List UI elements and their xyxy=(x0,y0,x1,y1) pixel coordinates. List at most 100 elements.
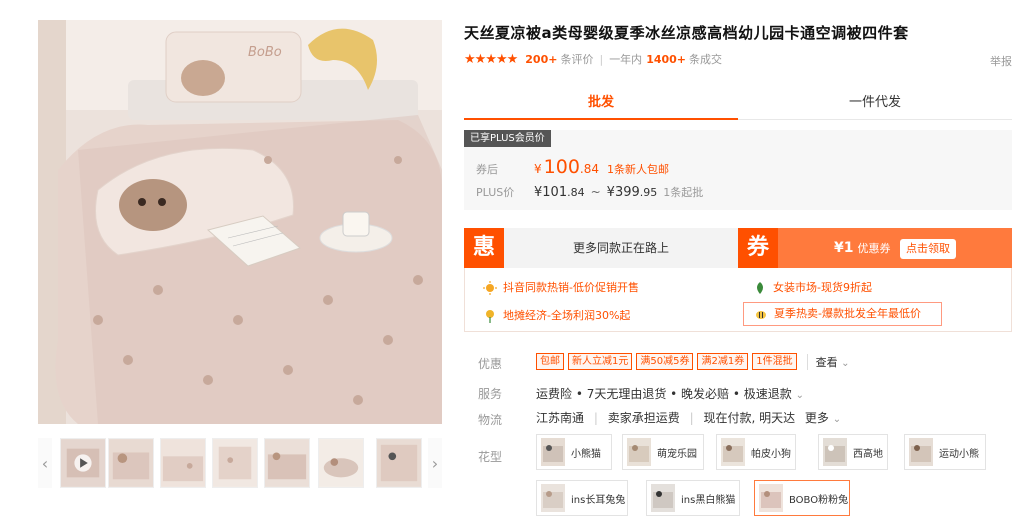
tab-dropship[interactable]: 一件代发 xyxy=(738,86,1012,120)
reviews-count[interactable]: 200+ xyxy=(525,53,557,66)
bee-icon xyxy=(756,311,766,319)
thumbnail-image[interactable] xyxy=(212,438,258,488)
plus-price-row: PLUS价 ¥ 101 .84 ~ ¥ 399 .95 1条起批 xyxy=(476,184,703,200)
sales-period: 一年内 xyxy=(609,53,643,66)
after-coupon-label: 券后 xyxy=(476,163,498,176)
activity-text: 女装市场-现货9折起 xyxy=(773,281,872,294)
purchase-mode-tabs: 批发 一件代发 xyxy=(464,86,1012,120)
activity-text: 地摊经济-全场利润30%起 xyxy=(503,309,631,322)
report-link[interactable]: 举报 xyxy=(990,53,1012,69)
coupon-value: ¥1 xyxy=(834,240,854,256)
more-label: 更多 xyxy=(804,411,829,425)
pattern-option-label: 萌宠乐园 xyxy=(657,448,697,460)
rating-stars-icon: ★★★★★ xyxy=(464,51,518,67)
coupon-price-int: 100 xyxy=(543,156,580,178)
price-low-int: 101 xyxy=(542,185,568,200)
price-high-dec: .95 xyxy=(639,186,658,199)
discount-tags: 包邮 新人立减1元 满50减5券 满2减1券 1件混批 查看 ⌄ xyxy=(536,353,849,370)
quan-icon: 券 xyxy=(738,228,778,268)
view-more-label: 查看 xyxy=(815,355,838,369)
promo-banner: 惠 更多同款正在路上 券 ¥1 优惠券 点击领取 xyxy=(464,228,1012,268)
tab-wholesale[interactable]: 批发 xyxy=(464,86,738,120)
divider: | xyxy=(599,52,604,66)
pattern-option[interactable]: 萌宠乐园 xyxy=(622,434,704,470)
plus-price-label: PLUS价 xyxy=(476,186,515,199)
activity-text: 夏季热卖-爆款批发全年最低价 xyxy=(774,307,921,320)
coupon-label: 优惠券 xyxy=(857,242,891,255)
chevron-down-icon: ⌄ xyxy=(832,414,842,425)
pattern-thumbnail xyxy=(909,438,933,466)
chevron-down-icon: ⌄ xyxy=(841,357,850,369)
currency-symbol: ¥ xyxy=(534,162,542,176)
activity-item[interactable]: 地摊经济-全场利润30%起 xyxy=(483,304,630,328)
price-low-dec: .84 xyxy=(567,186,585,199)
thumbnail-strip: ‹ › xyxy=(38,438,442,488)
pattern-option-selected[interactable]: BOBO粉粉兔 xyxy=(754,480,850,516)
new-user-note: 1条新人包邮 xyxy=(607,163,669,176)
pattern-option[interactable]: 小熊猫 xyxy=(536,434,612,470)
chevron-left-icon[interactable]: ‹ xyxy=(38,438,52,488)
pattern-option-label: 西高地 xyxy=(853,448,883,460)
pattern-option-label: 帕皮小狗 xyxy=(751,448,791,460)
sales-count: 1400+ xyxy=(646,52,687,66)
pattern-thumbnail xyxy=(721,438,745,466)
product-title: 天丝夏凉被a类母婴级夏季冰丝凉感高档幼儿园卡通空调被四件套 xyxy=(464,24,909,42)
discount-tag[interactable]: 满2减1券 xyxy=(697,353,749,370)
delivery-eta: 现在付款, 明天达 xyxy=(703,411,796,425)
service-text: 运费险 • 7天无理由退货 • 晚发必赔 • 极速退款 xyxy=(536,387,792,401)
activity-box: 抖音同款热销-低价促销开售 女装市场-现货9折起 地摊经济-全场利润30%起 夏… xyxy=(464,268,1012,332)
thumbnail-video[interactable] xyxy=(60,438,106,488)
divider: | xyxy=(689,411,694,425)
pattern-option[interactable]: ins长耳兔兔 xyxy=(536,480,628,516)
range-tilde: ~ xyxy=(590,185,601,199)
main-product-image[interactable]: BoBo xyxy=(38,20,442,424)
chevron-right-icon[interactable]: › xyxy=(428,438,442,488)
pattern-thumbnail xyxy=(759,484,783,512)
divider: | xyxy=(593,411,598,425)
pattern-option[interactable]: ins黑白熊猫 xyxy=(646,480,740,516)
price-box: 已享PLUS会员价 券后 ¥ 100 .84 1条新人包邮 PLUS价 ¥ 10… xyxy=(464,130,1012,210)
shipping-origin: 江苏南通 xyxy=(536,411,585,425)
sun-icon xyxy=(483,281,497,295)
thumbnail-image[interactable] xyxy=(108,438,154,488)
discount-tag[interactable]: 满50减5券 xyxy=(636,353,694,370)
pattern-thumbnail xyxy=(651,484,675,512)
flower-icon xyxy=(486,310,494,323)
reviews-label: 条评价 xyxy=(560,53,594,66)
thumbnail-image[interactable] xyxy=(160,438,206,488)
view-discounts-button[interactable]: 查看 ⌄ xyxy=(806,353,850,370)
discount-tag[interactable]: 1件混批 xyxy=(752,353,797,370)
service-row[interactable]: 运费险 • 7天无理由退货 • 晚发必赔 • 极速退款 ⌄ xyxy=(536,385,804,402)
logistics-more-button[interactable]: 更多 ⌄ xyxy=(805,411,841,425)
pattern-option-label: BOBO粉粉兔 xyxy=(789,494,849,506)
pattern-thumbnail xyxy=(627,438,651,466)
activity-item[interactable]: 女装市场-现货9折起 xyxy=(753,276,872,300)
pillow-text: BoBo xyxy=(248,45,282,60)
promo-more-same[interactable]: 惠 更多同款正在路上 xyxy=(464,228,738,268)
thumbnail-image[interactable] xyxy=(264,438,310,488)
coupon-banner: 券 ¥1 优惠券 点击领取 xyxy=(738,228,1012,268)
pattern-option-label: ins黑白熊猫 xyxy=(681,494,736,506)
service-label: 服务 xyxy=(478,387,503,401)
activity-item[interactable]: 抖音同款热销-低价促销开售 xyxy=(483,276,639,300)
pattern-option[interactable]: 帕皮小狗 xyxy=(716,434,796,470)
price-high-int: 399 xyxy=(614,185,640,200)
pattern-option-label: 小熊猫 xyxy=(571,448,601,460)
shipping-fee: 卖家承担运费 xyxy=(607,411,680,425)
pattern-option[interactable]: 西高地 xyxy=(818,434,888,470)
activity-text: 抖音同款热销-低价促销开售 xyxy=(503,281,639,294)
thumbnail-image[interactable] xyxy=(318,438,364,488)
pattern-option-label: 运动小熊 xyxy=(939,448,979,460)
activity-item-highlighted[interactable]: 夏季热卖-爆款批发全年最低价 xyxy=(743,302,942,326)
currency-symbol: ¥ xyxy=(606,185,615,200)
plus-badge: 已享PLUS会员价 xyxy=(464,130,551,147)
claim-coupon-button[interactable]: 点击领取 xyxy=(900,239,956,259)
pattern-label: 花型 xyxy=(478,450,503,464)
discount-tag[interactable]: 新人立减1元 xyxy=(568,353,633,370)
sales-label: 条成交 xyxy=(689,53,723,66)
thumbnail-image[interactable] xyxy=(376,438,422,488)
pattern-option[interactable]: 运动小熊 xyxy=(904,434,986,470)
discount-tag[interactable]: 包邮 xyxy=(536,353,564,370)
promo-more-text: 更多同款正在路上 xyxy=(572,241,669,255)
chevron-down-icon: ⌄ xyxy=(795,390,804,401)
